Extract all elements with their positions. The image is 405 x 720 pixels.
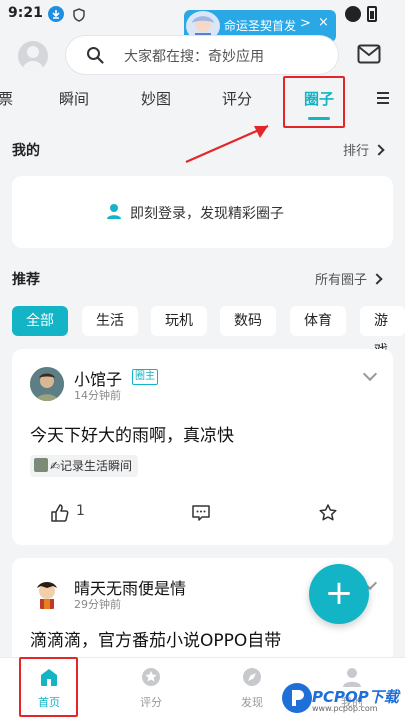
create-post-button[interactable]: + [309, 564, 369, 624]
close-icon[interactable]: × [318, 15, 329, 30]
login-card[interactable]: 即刻登录，发现精彩圈子 [12, 176, 393, 248]
star-icon [140, 668, 162, 692]
menu-icon[interactable] [376, 90, 390, 109]
all-circles-link[interactable]: 所有圈子 [315, 269, 383, 288]
login-prompt: 即刻登录，发现精彩圈子 [130, 206, 284, 222]
tab-moments[interactable]: 瞬间 [59, 88, 89, 109]
mail-icon[interactable] [357, 44, 381, 68]
compass-icon [241, 668, 263, 692]
search-placeholder: 大家都在搜：奇妙应用 [124, 49, 264, 65]
highlight-box-home [19, 657, 78, 717]
like-count: 1 [76, 503, 85, 519]
post-author-avatar[interactable] [30, 367, 64, 401]
user-icon [105, 202, 123, 224]
favorite-star-icon[interactable] [318, 503, 338, 527]
status-time: 9:21 [8, 5, 43, 21]
owner-badge: 圈主 [132, 369, 158, 385]
tab-ratings[interactable]: 评分 [222, 88, 252, 109]
chevron-right-icon: > [300, 16, 311, 31]
tab-pictures[interactable]: 妙图 [141, 88, 171, 109]
chip-sports[interactable]: 体育 [290, 306, 346, 336]
chip-games[interactable]: 游戏 [360, 306, 405, 359]
chip-all[interactable]: 全部 [12, 306, 68, 336]
post-text: 滴滴滴，官方番茄小说OPPO自带 [30, 631, 282, 651]
shield-icon [72, 7, 86, 22]
chip-life[interactable]: 生活 [82, 306, 138, 336]
avatar[interactable] [18, 41, 48, 71]
post-time: 14分钟前 [74, 389, 121, 402]
post-text: 今天下好大的雨啊，真凉快 [30, 426, 234, 446]
post-author-avatar[interactable] [30, 576, 64, 610]
tab-ticket[interactable]: 票 [0, 88, 13, 109]
signal-icon [345, 6, 361, 22]
watermark: PCPOP下载 www.pcpop.com [282, 683, 404, 717]
chevron-right-icon [371, 273, 383, 285]
highlight-box-circles-tab [283, 76, 345, 128]
chevron-down-icon[interactable] [362, 366, 378, 382]
section-title-recommend: 推荐 [12, 272, 40, 288]
chip-digital[interactable]: 数码 [220, 306, 276, 336]
chip-phone[interactable]: 玩机 [151, 306, 207, 336]
section-title-mine: 我的 [12, 143, 40, 159]
chevron-right-icon [373, 144, 385, 156]
like-icon[interactable] [50, 503, 70, 527]
post-card[interactable]: 小馆子 圈主 14分钟前 今天下好大的雨啊，真凉快 ✍记录生活瞬间 1 [12, 349, 393, 545]
post-circle-tag[interactable]: ✍记录生活瞬间 [30, 455, 139, 477]
watermark-url: www.pcpop.com [312, 704, 378, 713]
watermark-logo [282, 683, 312, 713]
comment-icon[interactable] [191, 503, 211, 527]
search-bar[interactable]: 大家都在搜：奇妙应用 [66, 36, 338, 74]
ranking-link[interactable]: 排行 [343, 140, 385, 159]
annotation-arrow [185, 124, 269, 164]
download-icon [48, 6, 64, 22]
nav-discover[interactable]: 发现 [222, 666, 282, 710]
battery-icon [367, 6, 377, 22]
circle-tag-icon [34, 458, 48, 472]
nav-ratings[interactable]: 评分 [121, 666, 181, 710]
notification-text: 命运圣契首发 [224, 19, 297, 33]
post-time: 29分钟前 [74, 598, 121, 611]
search-icon [86, 46, 104, 68]
